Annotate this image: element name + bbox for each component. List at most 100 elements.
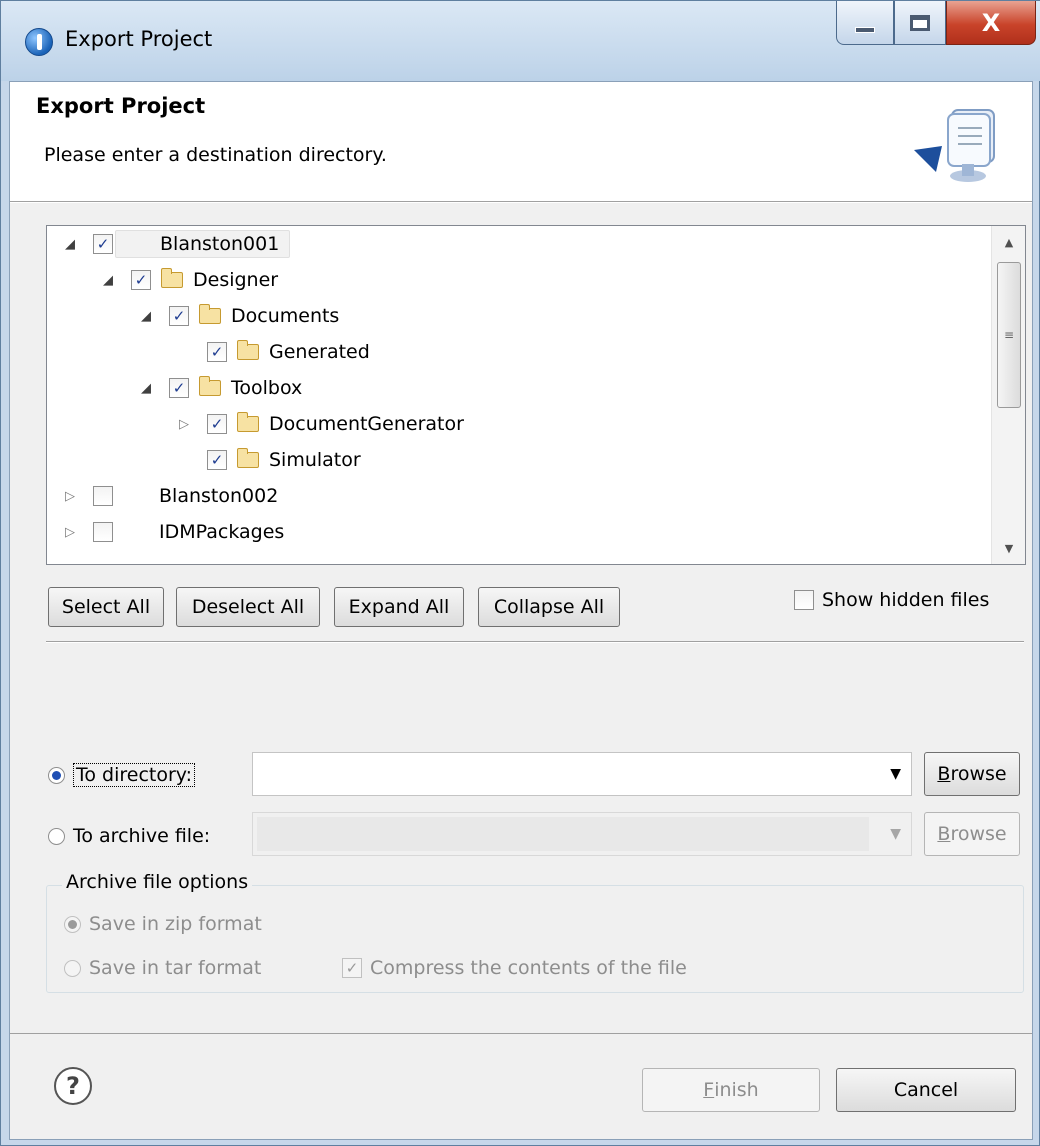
tree-item[interactable]: ◢ ✓ Documents — [137, 298, 339, 334]
tree-item-checkbox[interactable] — [93, 522, 113, 542]
compress-checkbox: ✓ Compress the contents of the file — [342, 957, 687, 979]
project-tree[interactable]: ◢ ✓ Blanston001 ◢ ✓ Designer ◢ ✓ Documen… — [46, 225, 1026, 565]
minimize-icon — [855, 26, 875, 33]
dropdown-arrow-icon[interactable]: ▼ — [890, 766, 901, 782]
mnemonic: B — [937, 823, 951, 845]
tree-item[interactable]: ✓ Simulator — [207, 442, 361, 478]
show-hidden-files-checkbox[interactable]: Show hidden files — [794, 589, 989, 611]
tree-item[interactable]: ▷ IDMPackages — [61, 514, 284, 550]
to-archive-radio[interactable]: To archive file: — [48, 825, 210, 847]
tree-item-label: Documents — [231, 305, 340, 327]
check-icon: ✓ — [210, 342, 224, 361]
folder-icon — [199, 304, 221, 324]
expanded-triangle-icon[interactable]: ◢ — [137, 370, 155, 406]
maximize-button[interactable] — [894, 1, 946, 45]
radio-dot[interactable] — [48, 827, 65, 845]
wizard-header: Export Project Please enter a destinatio… — [10, 82, 1032, 202]
deselect-all-button[interactable]: Deselect All — [176, 587, 320, 627]
expanded-triangle-icon[interactable]: ◢ — [137, 298, 155, 334]
tree-item-label: DocumentGenerator — [269, 413, 464, 435]
tree-item-checkbox[interactable]: ✓ — [169, 306, 189, 326]
tree-item[interactable]: ▷ Blanston002 — [61, 478, 278, 514]
tar-format-radio: Save in tar format — [64, 957, 261, 979]
title-bar[interactable]: Export Project X — [1, 1, 1040, 81]
tree-item[interactable]: ◢ ✓ Blanston001 — [61, 226, 291, 262]
close-button[interactable]: X — [946, 1, 1036, 45]
scroll-up-icon[interactable]: ▲ — [992, 226, 1025, 258]
window-title: Export Project — [65, 27, 213, 51]
check-icon: ✓ — [210, 414, 224, 433]
zip-format-radio: Save in zip format — [64, 913, 262, 935]
radio-dot[interactable] — [48, 766, 65, 784]
folder-icon — [237, 340, 259, 360]
check-icon: ✓ — [96, 234, 110, 253]
show-hidden-checkbox-box[interactable] — [794, 590, 814, 610]
wizard-body: ◢ ✓ Blanston001 ◢ ✓ Designer ◢ ✓ Documen… — [10, 203, 1032, 1033]
tree-item-checkbox[interactable]: ✓ — [207, 342, 227, 362]
tree-item[interactable]: ✓ Generated — [207, 334, 370, 370]
tree-item[interactable]: ▷ ✓ DocumentGenerator — [175, 406, 464, 442]
browse-directory-button[interactable]: Browse — [924, 752, 1020, 796]
select-all-button[interactable]: Select All — [48, 587, 164, 627]
archive-combo: ▼ — [252, 812, 912, 856]
tree-item-checkbox[interactable]: ✓ — [207, 414, 227, 434]
wizard-title: Export Project — [36, 94, 206, 118]
app-icon — [25, 28, 53, 56]
tree-item[interactable]: ◢ ✓ Toolbox — [137, 370, 302, 406]
folder-icon — [237, 412, 259, 432]
check-icon: ✓ — [172, 306, 186, 325]
tree-scrollbar[interactable]: ▲ ≡ ▼ — [991, 226, 1025, 564]
directory-combo[interactable]: ▼ — [252, 752, 912, 796]
folder-icon — [199, 376, 221, 396]
tree-item-checkbox[interactable]: ✓ — [131, 270, 151, 290]
folder-icon — [161, 268, 183, 288]
finish-label: inish — [714, 1079, 759, 1101]
mnemonic: B — [937, 763, 951, 785]
caption-buttons: X — [836, 1, 1036, 45]
collapsed-triangle-icon[interactable]: ▷ — [61, 478, 79, 514]
tree-item-checkbox[interactable]: ✓ — [207, 450, 227, 470]
minimize-button[interactable] — [836, 1, 894, 45]
archive-options-title: Archive file options — [62, 871, 253, 893]
to-directory-radio[interactable]: To directory: — [48, 763, 196, 787]
export-project-window: Export Project X Export Project Please e… — [0, 0, 1040, 1146]
dialog-content: Export Project Please enter a destinatio… — [9, 81, 1033, 1140]
tree-item-label: IDMPackages — [159, 521, 285, 543]
check-icon: ✓ — [172, 378, 186, 397]
tree-item-checkbox[interactable]: ✓ — [93, 234, 113, 254]
tree-item[interactable]: ◢ ✓ Designer — [99, 262, 278, 298]
browse-archive-button: Browse — [924, 812, 1020, 856]
tree-item-label: Toolbox — [231, 377, 303, 399]
expand-all-button[interactable]: Expand All — [334, 587, 464, 627]
collapse-all-button[interactable]: Collapse All — [478, 587, 620, 627]
tree-item-label: Generated — [269, 341, 370, 363]
finish-button: Finish — [642, 1068, 820, 1112]
separator — [46, 641, 1024, 643]
maximize-icon — [910, 14, 930, 31]
check-icon: ✓ — [134, 270, 148, 289]
mnemonic: F — [703, 1079, 715, 1101]
show-hidden-label: Show hidden files — [822, 589, 990, 611]
archive-combo-field — [257, 817, 869, 851]
radio-dot — [64, 959, 81, 977]
help-icon[interactable]: ? — [54, 1067, 92, 1105]
dropdown-arrow-icon: ▼ — [890, 826, 901, 842]
collapsed-triangle-icon[interactable]: ▷ — [175, 406, 193, 442]
tree-item-checkbox[interactable] — [93, 486, 113, 506]
radio-dot — [64, 915, 81, 933]
tree-item-label: Blanston002 — [159, 485, 279, 507]
wizard-footer: ? Finish Cancel — [10, 1033, 1032, 1139]
close-icon: X — [981, 8, 1001, 37]
expanded-triangle-icon[interactable]: ◢ — [99, 262, 117, 298]
expanded-triangle-icon[interactable]: ◢ — [61, 226, 79, 262]
tree-item-label: Blanston001 — [115, 230, 291, 258]
folder-icon — [237, 448, 259, 468]
scroll-thumb[interactable]: ≡ — [997, 262, 1021, 408]
cancel-button[interactable]: Cancel — [836, 1068, 1016, 1112]
export-wizard-icon — [914, 109, 995, 182]
tree-item-checkbox[interactable]: ✓ — [169, 378, 189, 398]
zip-format-label: Save in zip format — [89, 913, 262, 935]
scroll-down-icon[interactable]: ▼ — [992, 532, 1025, 564]
collapsed-triangle-icon[interactable]: ▷ — [61, 514, 79, 550]
compress-label: Compress the contents of the file — [370, 957, 687, 979]
